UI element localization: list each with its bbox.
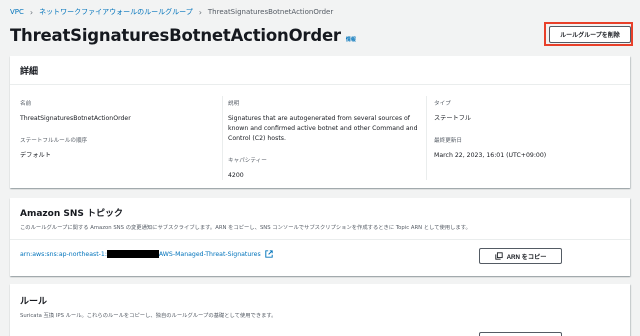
rules-title: ルール	[20, 296, 48, 307]
details-column-2: 説明 Signatures that are autogenerated fro…	[228, 99, 418, 181]
type-value: ステートフル	[434, 115, 472, 122]
page-header: ThreatSignaturesBotnetActionOrder 情報	[10, 26, 356, 45]
capacity-value: 4200	[228, 172, 244, 179]
delete-rule-group-button[interactable]: ルールグループを削除	[549, 26, 631, 43]
breadcrumb-current: ThreatSignaturesBotnetActionOrder	[207, 8, 334, 16]
rule-order-value: デフォルト	[20, 152, 51, 159]
chevron-right-icon: ›	[29, 7, 34, 17]
info-link[interactable]: 情報	[346, 36, 356, 43]
rules-action-button[interactable]	[479, 332, 562, 336]
copy-arn-button[interactable]: ARN をコピー	[479, 248, 562, 264]
rules-description: Suricata 互換 IPS ルール。これらのルールをコピーし、独自のルールグ…	[20, 312, 277, 319]
type-label: タイプ	[434, 101, 451, 107]
sns-panel: Amazon SNS トピック このルールグループに関する Amazon SNS…	[10, 198, 630, 276]
external-link-icon	[265, 250, 273, 258]
last-updated-label: 最終更新日	[434, 138, 462, 144]
details-header: 詳細	[10, 56, 630, 85]
column-divider	[222, 96, 223, 180]
page-title: ThreatSignaturesBotnetActionOrder	[10, 26, 341, 45]
arn-suffix: AWS-Managed-Threat-Signatures	[158, 250, 261, 258]
details-column-1: 名前 ThreatSignaturesBotnetActionOrder ステー…	[20, 99, 215, 161]
sns-header: Amazon SNS トピック このルールグループに関する Amazon SNS…	[10, 198, 630, 240]
rules-header: ルール Suricata 互換 IPS ルール。これらのルールをコピーし、独自の…	[10, 284, 630, 328]
copy-arn-label: ARN をコピー	[506, 253, 547, 261]
copy-icon	[494, 252, 503, 260]
arn-prefix: arn:aws:sns:ap-northeast-1:	[20, 250, 107, 258]
details-panel: 詳細 名前 ThreatSignaturesBotnetActionOrder …	[10, 56, 630, 188]
last-updated-value: March 22, 2023, 16:01 (UTC+09:00)	[434, 152, 547, 159]
chevron-right-icon: ›	[198, 7, 202, 17]
description-value: Signatures that are autogenerated from s…	[228, 115, 418, 142]
breadcrumb-vpc[interactable]: VPC	[10, 8, 24, 16]
capacity-label: キャパシティー	[228, 158, 267, 164]
redacted-account-id	[106, 250, 159, 258]
details-title: 詳細	[20, 66, 39, 77]
description-label: 説明	[228, 101, 240, 107]
breadcrumb-rule-groups[interactable]: ネットワークファイアウォールのルールグループ	[39, 7, 193, 17]
breadcrumb: VPC › ネットワークファイアウォールのルールグループ › ThreatSig…	[10, 5, 333, 19]
sns-arn-link[interactable]: arn:aws:sns:ap-northeast-1: AWS-Managed-…	[20, 250, 273, 258]
details-column-3: タイプ ステートフル 最終更新日 March 22, 2023, 16:01 (…	[434, 99, 624, 161]
sns-description: このルールグループに関する Amazon SNS の変更通知にサブスクライブしま…	[20, 225, 471, 231]
sns-title: Amazon SNS トピック	[20, 209, 124, 219]
name-value: ThreatSignaturesBotnetActionOrder	[20, 115, 131, 122]
rule-order-label: ステートフルルールの順序	[20, 138, 88, 144]
name-label: 名前	[20, 101, 32, 107]
column-divider	[426, 96, 427, 180]
rules-panel: ルール Suricata 互換 IPS ルール。これらのルールをコピーし、独自の…	[10, 284, 630, 336]
